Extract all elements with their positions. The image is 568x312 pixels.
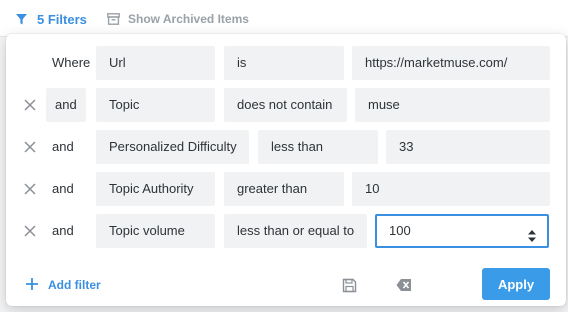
add-filter-label: Add filter — [48, 278, 101, 292]
remove-filter-icon[interactable] — [23, 140, 37, 154]
filter-operator-select[interactable]: less than — [258, 130, 378, 164]
filter-value-number-input[interactable]: 100 — [375, 214, 549, 248]
filter-value-input[interactable]: muse — [355, 88, 550, 122]
filter-conjunction[interactable]: and — [46, 88, 86, 122]
remove-filter-icon[interactable] — [23, 182, 37, 196]
filter-conjunction: and — [52, 181, 74, 196]
filter-panel: Where Url is https://marketmuse.com/ and… — [6, 34, 566, 306]
filter-field-select[interactable]: Topic — [96, 88, 215, 122]
filter-conjunction: Where — [52, 55, 91, 70]
funnel-icon — [16, 13, 27, 25]
filter-value-input[interactable]: 33 — [386, 130, 550, 164]
filter-field-select[interactable]: Url — [96, 46, 215, 80]
show-archived-label: Show Archived Items — [128, 12, 249, 26]
filter-operator-select[interactable]: is — [224, 46, 344, 80]
filter-field-select[interactable]: Personalized Difficulty — [96, 130, 249, 164]
filter-value-text: 100 — [389, 223, 411, 238]
filter-operator-select[interactable]: less than or equal to — [224, 214, 367, 248]
up-down-stepper-icon[interactable] — [527, 224, 537, 242]
filter-row: and Topic does not contain muse — [6, 88, 566, 122]
remove-filter-icon[interactable] — [23, 98, 37, 112]
filter-value-input[interactable]: 10 — [352, 172, 550, 206]
filter-row: and Topic Authority greater than 10 — [6, 172, 566, 206]
filter-row: and Personalized Difficulty less than 33 — [6, 130, 566, 164]
filter-conjunction: and — [52, 139, 74, 154]
show-archived-toggle[interactable]: Show Archived Items — [107, 10, 249, 28]
filter-conjunction: and — [52, 223, 74, 238]
add-filter-button[interactable]: Add filter — [26, 277, 101, 293]
filter-field-select[interactable]: Topic Authority — [96, 172, 215, 206]
filter-field-select[interactable]: Topic volume — [96, 214, 215, 248]
filters-toggle-button[interactable]: 5 Filters — [16, 10, 87, 28]
filter-toolbar: 5 Filters Show Archived Items — [0, 0, 568, 36]
filter-row: Where Url is https://marketmuse.com/ — [6, 46, 566, 80]
filter-value-input[interactable]: https://marketmuse.com/ — [352, 46, 550, 80]
archive-box-icon — [107, 13, 120, 25]
filter-row: and Topic volume less than or equal to 1… — [6, 214, 566, 248]
backspace-clear-icon[interactable] — [396, 278, 412, 292]
remove-filter-icon[interactable] — [23, 224, 37, 238]
apply-button[interactable]: Apply — [482, 268, 550, 300]
filters-count-label: 5 Filters — [37, 11, 87, 27]
filter-operator-select[interactable]: greater than — [224, 172, 344, 206]
floppy-disk-icon[interactable] — [342, 278, 357, 293]
filter-operator-select[interactable]: does not contain — [224, 88, 347, 122]
plus-icon — [26, 277, 38, 293]
